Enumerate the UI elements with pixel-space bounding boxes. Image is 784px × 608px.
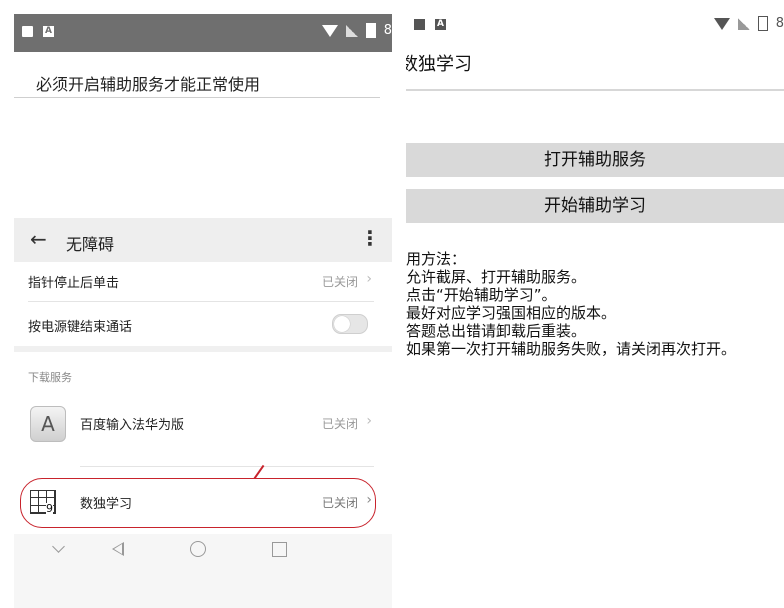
battery-charging-icon bbox=[365, 23, 376, 38]
page-title: 无障碍 bbox=[66, 235, 115, 254]
no-signal-icon bbox=[737, 17, 750, 30]
divider bbox=[80, 466, 374, 467]
service-row-baidu[interactable]: 百度输入法华为版 已关闭 › bbox=[80, 412, 374, 436]
start-assisted-learning-button[interactable]: 开始辅助学习 bbox=[406, 189, 784, 223]
recents-square-icon[interactable] bbox=[272, 542, 287, 557]
toggle-knob bbox=[334, 316, 350, 332]
back-triangle-icon[interactable] bbox=[112, 542, 124, 556]
status-partial-text: 8 bbox=[383, 23, 392, 38]
instruction-line: 点击“开始辅助学习”。 bbox=[406, 286, 557, 304]
right-screen: A 8 数独学习 打开辅助服务 开始辅助学习 用方法： 允许截屏、打开辅助服务。… bbox=[406, 0, 784, 608]
app-title: 数独学习 bbox=[406, 54, 472, 75]
status-partial-text: 8 bbox=[775, 16, 784, 31]
wifi-icon bbox=[321, 24, 338, 37]
toggle-switch[interactable] bbox=[332, 314, 368, 334]
instruction-line: 允许截屏、打开辅助服务。 bbox=[406, 268, 587, 286]
warning-text: 必须开启辅助服务才能正常使用 bbox=[36, 75, 261, 94]
no-signal-icon bbox=[345, 24, 358, 37]
image-icon bbox=[22, 26, 33, 37]
status-icons-right: 8 bbox=[713, 16, 784, 31]
chevron-right-icon: › bbox=[366, 271, 372, 287]
more-options-icon[interactable]: ⋮ bbox=[360, 226, 380, 250]
section-title: 下载服务 bbox=[28, 371, 72, 384]
status-icons-left: A bbox=[22, 26, 54, 37]
wifi-icon bbox=[713, 17, 730, 30]
setting-label: 指针停止后单击 bbox=[28, 276, 120, 291]
home-circle-icon[interactable] bbox=[190, 541, 206, 557]
divider bbox=[28, 301, 374, 302]
a-icon: A bbox=[435, 19, 446, 30]
keyboard-a-icon: A bbox=[30, 406, 66, 442]
service-state: 已关闭 bbox=[321, 417, 358, 431]
divider bbox=[14, 97, 380, 98]
image-icon bbox=[414, 19, 425, 30]
setting-state: 已关闭 bbox=[321, 275, 358, 289]
service-label: 百度输入法华为版 bbox=[80, 418, 185, 433]
instruction-line: 答题总出错请卸载后重装。 bbox=[406, 322, 587, 340]
chevron-right-icon: › bbox=[366, 413, 372, 429]
instruction-line: 如果第一次打开辅助服务失败，请关闭再次打开。 bbox=[406, 340, 737, 358]
back-arrow-icon[interactable]: ← bbox=[30, 229, 50, 249]
status-icons-right: 8 bbox=[321, 23, 392, 38]
section-separator bbox=[14, 346, 392, 352]
setting-row-click-after-pointer-stops[interactable]: 指针停止后单击 已关闭 › bbox=[28, 270, 374, 300]
setting-row-power-ends-call[interactable]: 按电源键结束通话 bbox=[28, 314, 374, 344]
instruction-line: 最好对应学习强国相应的版本。 bbox=[406, 304, 617, 322]
instruction-line: 用方法： bbox=[406, 250, 467, 268]
red-annotation-circle bbox=[20, 478, 376, 528]
battery-charging-icon bbox=[757, 16, 768, 31]
title-divider bbox=[406, 89, 784, 91]
status-icons-left: A bbox=[414, 19, 446, 30]
setting-label: 按电源键结束通话 bbox=[28, 320, 133, 335]
a-icon: A bbox=[43, 26, 54, 37]
instructions: 用方法： 允许截屏、打开辅助服务。 点击“开始辅助学习”。 最好对应学习强国相应… bbox=[406, 250, 784, 358]
open-accessibility-service-button[interactable]: 打开辅助服务 bbox=[406, 143, 784, 177]
left-screen: A 8 必须开启辅助服务才能正常使用 ← 无障碍 ⋮ 指针停止后单击 已关闭 ›… bbox=[14, 14, 392, 608]
